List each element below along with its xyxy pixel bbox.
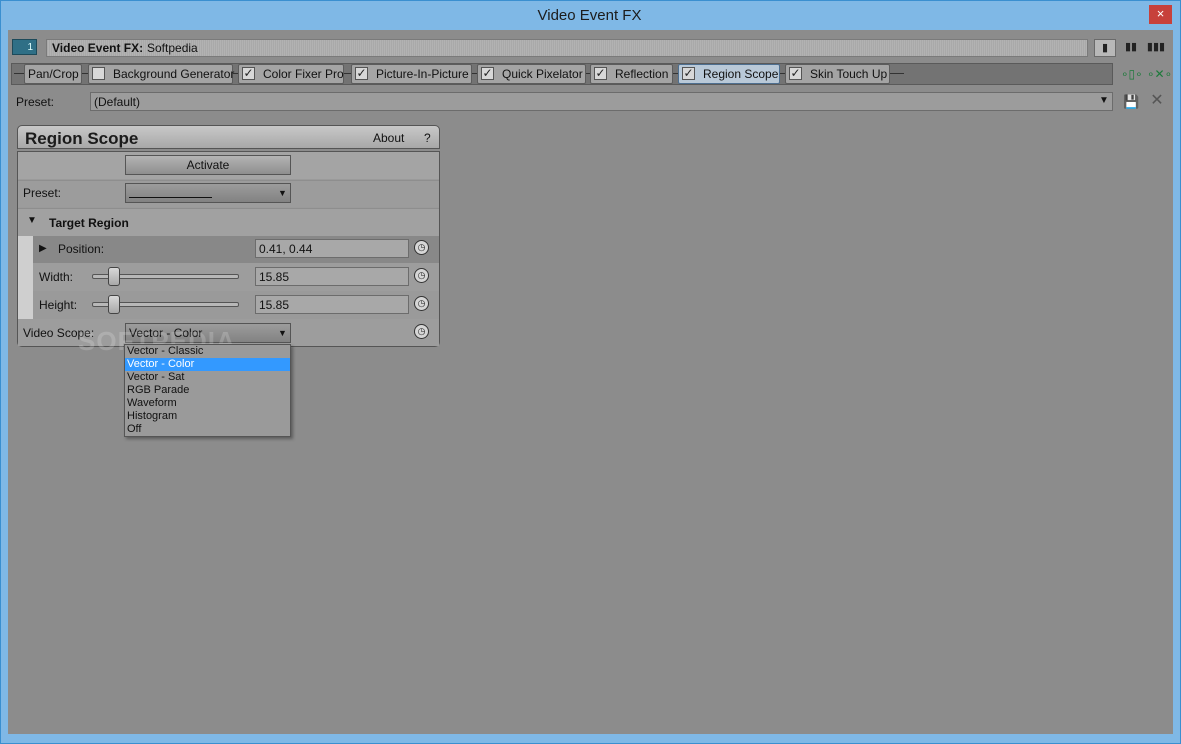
preset-value: (Default) xyxy=(94,95,141,109)
fx-enable-checkbox[interactable] xyxy=(92,67,105,80)
width-label: Width: xyxy=(39,270,74,284)
chain-remove-icon[interactable]: ∘✕∘ xyxy=(1147,66,1172,82)
keyframe-clock-icon[interactable]: ◷ xyxy=(414,240,429,255)
width-slider-thumb[interactable] xyxy=(108,267,120,286)
expand-triangle-icon[interactable]: ▶ xyxy=(39,243,47,254)
activate-button[interactable]: Activate xyxy=(125,155,291,175)
fx-tab-label: Reflection xyxy=(615,67,669,81)
single-column-icon[interactable]: ▮ xyxy=(1094,39,1116,57)
video-scope-option[interactable]: Vector - Color xyxy=(125,358,290,371)
fx-enable-checkbox[interactable]: ✓ xyxy=(682,67,695,80)
chevron-down-icon[interactable]: ▼ xyxy=(1099,95,1109,106)
plugin-preset-label: Preset: xyxy=(23,186,62,200)
fx-tab-label: Color Fixer Pro xyxy=(263,67,344,81)
chevron-down-icon[interactable]: ▼ xyxy=(278,328,287,338)
close-button[interactable]: × xyxy=(1149,5,1172,24)
video-scope-option[interactable]: Off xyxy=(125,423,290,436)
position-input[interactable]: 0.41, 0.44 xyxy=(255,239,409,258)
fx-enable-checkbox[interactable]: ✓ xyxy=(789,67,802,80)
fx-enable-checkbox[interactable]: ✓ xyxy=(594,67,607,80)
fx-tab-skin-touch-up[interactable]: ✓ Skin Touch Up xyxy=(785,64,890,84)
save-preset-icon[interactable]: 💾 xyxy=(1123,94,1139,110)
fx-tab-label: Picture-In-Picture xyxy=(376,67,469,81)
fx-tab-label: Pan/Crop xyxy=(28,67,79,81)
double-column-icon[interactable]: ▮▮ xyxy=(1120,39,1142,57)
triple-column-icon[interactable]: ▮▮▮ xyxy=(1145,39,1167,57)
video-scope-option[interactable]: Vector - Sat xyxy=(125,371,290,384)
fx-tab-quick-pixelator[interactable]: ✓ Quick Pixelator xyxy=(477,64,586,84)
plugin-preset-dropdown[interactable] xyxy=(125,183,291,203)
header-bar xyxy=(46,39,1088,57)
delete-preset-icon[interactable]: ✕ xyxy=(1149,93,1165,109)
about-link[interactable]: About xyxy=(373,131,404,145)
help-button[interactable]: ? xyxy=(424,131,431,145)
fx-tab-background-generator[interactable]: Background Generator xyxy=(88,64,235,84)
collapse-triangle-icon[interactable]: ▼ xyxy=(27,215,37,226)
preset-label: Preset: xyxy=(16,95,55,109)
video-scope-option[interactable]: Vector - Classic xyxy=(125,345,290,358)
header-value: Softpedia xyxy=(147,41,198,55)
fx-tab-label: Region Scope xyxy=(703,67,779,81)
target-region-label: Target Region xyxy=(49,216,129,230)
header-label: Video Event FX: xyxy=(52,41,144,55)
video-scope-option[interactable]: Waveform xyxy=(125,397,290,410)
plugin-title: Region Scope xyxy=(25,129,139,148)
position-label: Position: xyxy=(58,242,105,256)
fx-tab-region-scope[interactable]: ✓ Region Scope xyxy=(678,64,780,84)
fx-tab-label: Quick Pixelator xyxy=(502,67,583,81)
preset-dropdown[interactable] xyxy=(90,92,1113,111)
event-fx-icon: 1 xyxy=(12,39,37,55)
height-label: Height: xyxy=(39,298,78,312)
fx-tab-picture-in-picture[interactable]: ✓ Picture-In-Picture xyxy=(351,64,472,84)
fx-tab-label: Background Generator xyxy=(113,67,235,81)
fx-enable-checkbox[interactable]: ✓ xyxy=(481,67,494,80)
width-input[interactable]: 15.85 xyxy=(255,267,409,286)
video-scope-options-list[interactable]: Vector - Classic Vector - Color Vector - S… xyxy=(124,344,291,437)
group-indent xyxy=(18,236,33,319)
fx-tab-color-fixer-pro[interactable]: ✓ Color Fixer Pro xyxy=(238,64,344,84)
height-input[interactable]: 15.85 xyxy=(255,295,409,314)
keyframe-clock-icon[interactable]: ◷ xyxy=(414,268,429,283)
keyframe-clock-icon[interactable]: ◷ xyxy=(414,324,429,339)
window-title: Video Event FX xyxy=(537,7,642,24)
preset-empty-line xyxy=(129,197,212,198)
fx-enable-checkbox[interactable]: ✓ xyxy=(355,67,368,80)
fx-tab-reflection[interactable]: ✓ Reflection xyxy=(590,64,673,84)
video-scope-option[interactable]: Histogram xyxy=(125,410,290,423)
fx-tab-pan-crop[interactable]: Pan/Crop xyxy=(24,64,82,84)
fx-enable-checkbox[interactable]: ✓ xyxy=(242,67,255,80)
video-scope-option[interactable]: RGB Parade xyxy=(125,384,290,397)
fx-tab-label: Skin Touch Up xyxy=(810,67,888,81)
height-slider-thumb[interactable] xyxy=(108,295,120,314)
keyframe-clock-icon[interactable]: ◷ xyxy=(414,296,429,311)
chevron-down-icon[interactable]: ▼ xyxy=(278,188,287,198)
chain-plug-icon[interactable]: ∘▯∘ xyxy=(1121,66,1143,82)
